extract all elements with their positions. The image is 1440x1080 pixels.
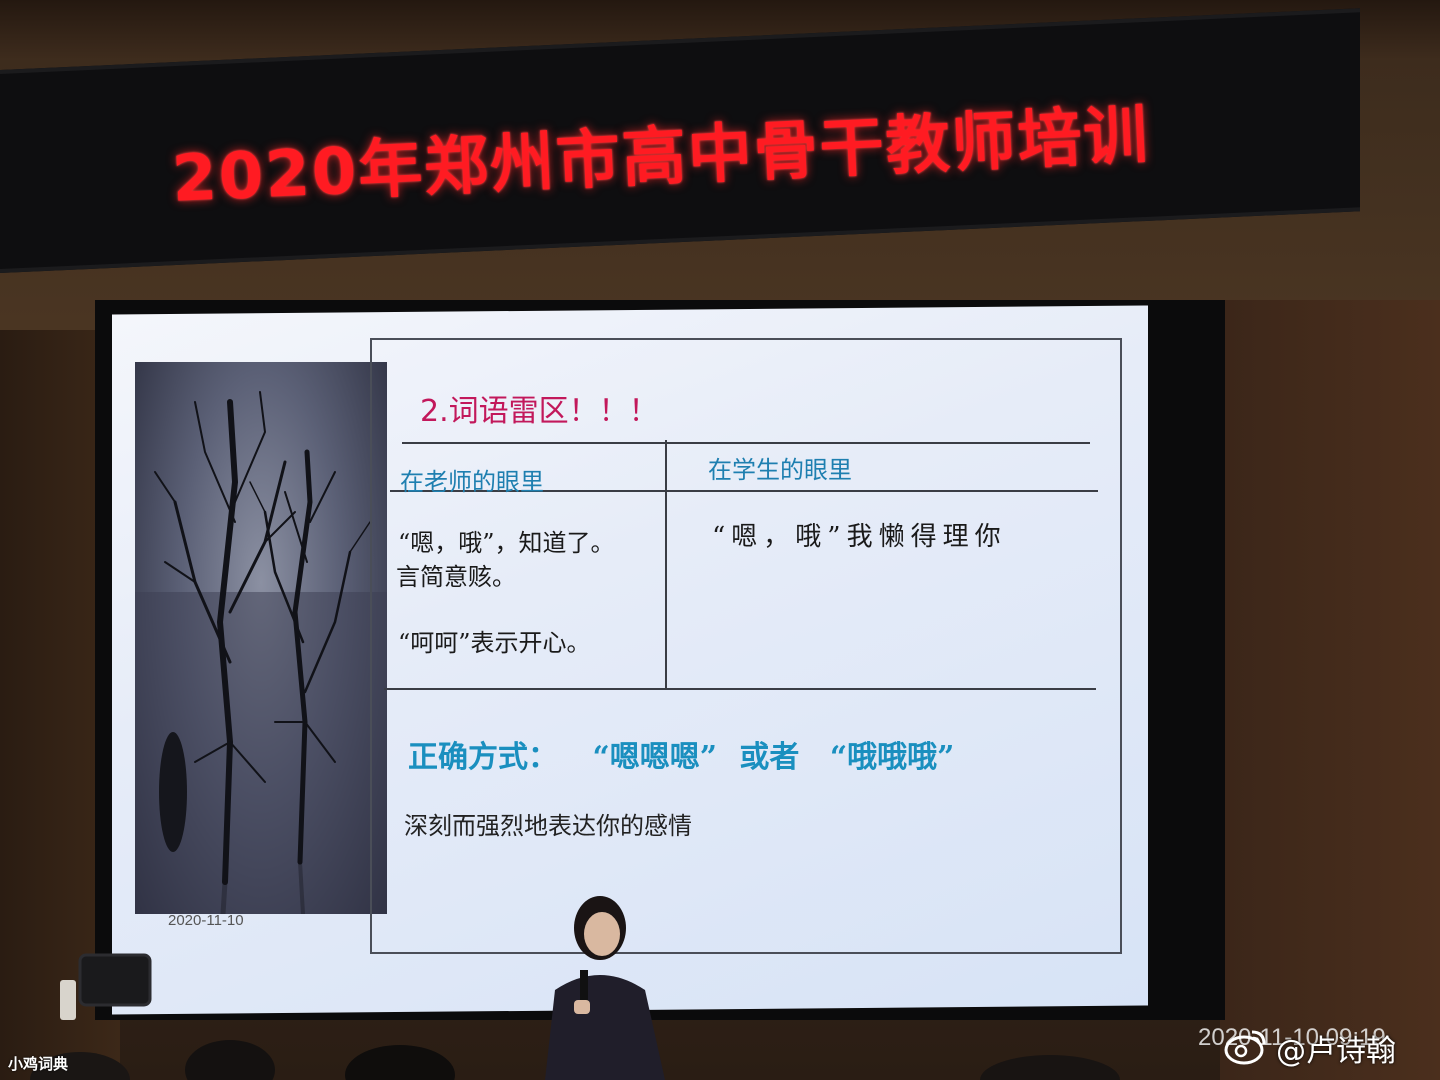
watermark-handle: @卢诗翰: [1276, 1034, 1396, 1069]
teacher-view-line-3: “呵呵”表示开心。: [398, 629, 591, 657]
table-top-line: [402, 442, 1090, 444]
correct-option-1: “嗯嗯嗯”: [592, 740, 717, 775]
student-view-line-1: “嗯，哦”我懒得理你: [712, 522, 1007, 552]
teacher-view-line-2: 言简意赅。: [396, 563, 516, 591]
slide-date: 2020-11-10: [168, 912, 244, 929]
table-bottom-line: [384, 688, 1096, 690]
table-column-divider: [665, 440, 667, 688]
tree-silhouette-icon: [135, 391, 387, 914]
watermark-app-name: 小鸡词典: [8, 1055, 69, 1073]
wood-panel-right: [1220, 300, 1440, 1080]
tree-photo: [135, 362, 387, 914]
deep-expression-text: 深刻而强烈地表达你的感情: [404, 812, 692, 840]
weibo-logo-icon: [1224, 1030, 1266, 1065]
left-column-header: 在老师的眼里: [400, 468, 544, 496]
teacher-view-line-1: “嗯，哦”，知道了。: [398, 529, 615, 557]
slide-title: 2.词语雷区！！！: [420, 394, 659, 429]
watermark-weibo: 2020-11-10 09:19 @卢诗翰: [1198, 1022, 1434, 1072]
correct-method-line: 正确方式： “嗯嗯嗯” 或者 “哦哦哦”: [408, 732, 954, 776]
correct-method-label: 正确方式：: [408, 740, 558, 775]
correct-option-2: “哦哦哦”: [829, 740, 955, 775]
correct-or-text: 或者: [739, 740, 800, 775]
right-column-header: 在学生的眼里: [708, 456, 852, 484]
